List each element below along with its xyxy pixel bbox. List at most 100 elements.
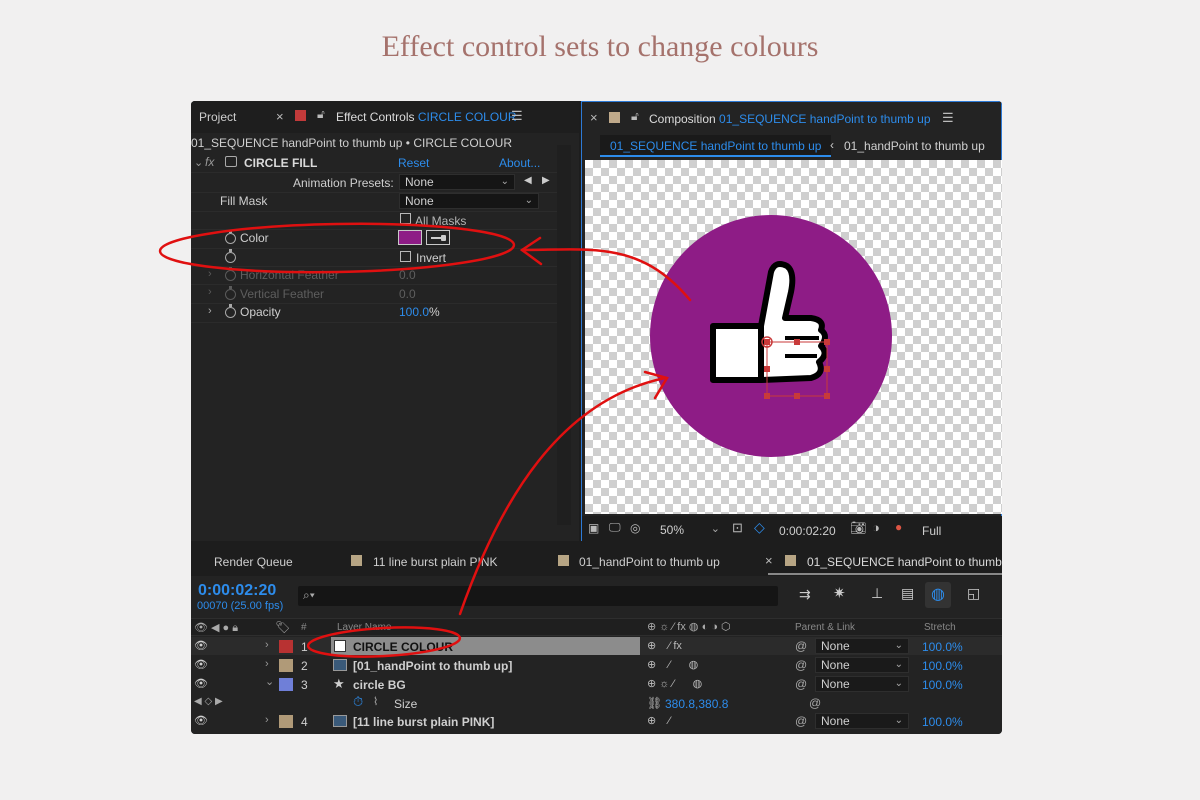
expand-chevron-icon[interactable]: ›	[208, 268, 212, 280]
eye-icon[interactable]: 👁︎	[194, 677, 208, 690]
timeline-timecode[interactable]: 0:00:02:20	[198, 582, 276, 600]
zoom-dropdown[interactable]: 50% ⌄	[648, 519, 726, 539]
chevron-left-icon[interactable]: ‹	[830, 138, 834, 152]
size-value[interactable]: 380.8,380.8	[665, 697, 728, 711]
table-row[interactable]: 👁︎ › 4 [11 line burst plain PINK] ⊕ ⁄ @ …	[191, 712, 1002, 730]
graph-icon[interactable]: ⌇	[373, 695, 378, 708]
show-snapshot-icon[interactable]: ◑	[872, 520, 880, 535]
eyedropper-icon[interactable]	[426, 230, 450, 245]
stopwatch-icon[interactable]	[225, 304, 236, 318]
stopwatch-icon[interactable]	[225, 286, 236, 300]
collapse-chevron-icon[interactable]: ⌄	[265, 675, 274, 688]
comp-subtab-active[interactable]: 01_SEQUENCE handPoint to thumb up	[600, 135, 832, 157]
shy-layers-icon[interactable]: ⊥	[871, 585, 883, 602]
frame-blending-icon[interactable]: ▤	[901, 585, 914, 602]
transparency-grid-icon[interactable]: ◇	[754, 519, 765, 536]
channels-icon[interactable]: ●	[895, 520, 902, 534]
layer-switches[interactable]: ⊕ ☼ ⁄ ◍	[647, 677, 702, 690]
resolution-dropdown[interactable]: Full	[922, 524, 941, 538]
layer-name[interactable]: CIRCLE COLOUR	[353, 640, 453, 654]
fx-icon[interactable]: fx	[205, 155, 214, 169]
eye-icon[interactable]: 👁︎	[194, 658, 208, 671]
eye-icon[interactable]: 👁︎	[194, 714, 208, 727]
stopwatch-icon[interactable]	[225, 267, 236, 281]
close-icon[interactable]: ×	[590, 110, 598, 125]
tab-sequence[interactable]: 01_SEQUENCE handPoint to thumb u	[807, 555, 1002, 569]
expand-chevron-icon[interactable]: ›	[265, 658, 269, 670]
parent-pickwhip-icon[interactable]: @	[795, 658, 807, 672]
panel-menu-icon[interactable]: ☰	[511, 108, 523, 124]
layer-stretch[interactable]: 100.0%	[922, 715, 963, 729]
layer-switches[interactable]: ⊕ ⁄	[647, 714, 670, 727]
close-icon[interactable]: ×	[276, 109, 284, 124]
tab-line-burst[interactable]: 11 line burst plain PINK	[373, 555, 498, 569]
expand-chevron-icon[interactable]: ›	[208, 305, 212, 317]
comp-flowchart-icon[interactable]: ⇉	[799, 586, 811, 603]
comp-subtab-other[interactable]: 01_handPoint to thumb up	[844, 139, 985, 153]
tab-handpoint[interactable]: 01_handPoint to thumb up	[579, 555, 720, 569]
horizontal-feather-value[interactable]: 0.0	[399, 268, 416, 282]
parent-pickwhip-icon[interactable]: @	[795, 677, 807, 691]
tab-project[interactable]: Project	[199, 110, 236, 124]
reset-link[interactable]: Reset	[398, 156, 429, 170]
color-swatch[interactable]	[398, 230, 422, 245]
layer-label-color[interactable]	[279, 678, 293, 691]
stopwatch-icon[interactable]	[225, 249, 236, 263]
about-link[interactable]: About...	[499, 156, 540, 170]
mask-visibility-icon[interactable]: ◎	[630, 521, 640, 535]
layer-label-color[interactable]	[279, 715, 293, 728]
always-preview-icon[interactable]: ▣	[588, 521, 599, 535]
property-row-size[interactable]: ◀ ◇ ▶ ⏱︎ ⌇ Size ⛓︎ 380.8,380.8 @	[191, 694, 1002, 712]
stopwatch-icon[interactable]: ⏱︎	[353, 694, 363, 710]
next-preset-icon[interactable]: ▶	[542, 175, 550, 186]
expand-chevron-icon[interactable]: ›	[208, 286, 212, 298]
label-tag-icon[interactable]: 🏷︎	[275, 620, 290, 634]
opacity-value[interactable]: 100.0%	[399, 305, 440, 319]
monitor-icon[interactable]: 🖵︎	[609, 520, 621, 535]
prev-preset-icon[interactable]: ◀	[524, 175, 532, 186]
layer-name[interactable]: circle BG	[353, 678, 406, 692]
parent-pickwhip-icon[interactable]: @	[795, 639, 807, 653]
timeline-search-input[interactable]: ⌕▾	[298, 586, 778, 606]
stopwatch-icon[interactable]	[225, 230, 236, 244]
all-masks-checkbox[interactable]	[400, 213, 411, 224]
panel-menu-icon[interactable]: ☰	[942, 110, 954, 126]
lock-icon[interactable]: 🔓︎	[317, 107, 325, 122]
eye-icon[interactable]: 👁︎	[194, 639, 208, 652]
parent-dropdown[interactable]: None ⌄	[815, 676, 909, 692]
lock-icon[interactable]: 🔓︎	[631, 109, 639, 124]
comp-timecode[interactable]: 0:00:02:20	[779, 524, 836, 538]
tab-composition[interactable]: Composition 01_SEQUENCE handPoint to thu…	[649, 112, 931, 126]
expand-chevron-icon[interactable]: ›	[265, 714, 269, 726]
table-row[interactable]: 👁︎ › 1 CIRCLE COLOUR ⊕ ⁄ fx @ None ⌄ 100.…	[191, 637, 1002, 655]
parent-pickwhip-icon[interactable]: @	[795, 714, 807, 728]
table-row[interactable]: 👁︎ ⌄ 3 ★ circle BG ⊕ ☼ ⁄ ◍ @ None ⌄ 100.0…	[191, 675, 1002, 693]
scrollbar[interactable]	[557, 145, 571, 525]
layer-name[interactable]: [11 line burst plain PINK]	[353, 715, 494, 729]
tab-effect-controls[interactable]: Effect Controls CIRCLE COLOUR	[336, 110, 517, 124]
close-icon[interactable]: ×	[765, 553, 773, 568]
col-layer-name[interactable]: Layer Name	[337, 622, 391, 633]
collapse-chevron-icon[interactable]: ⌄	[194, 156, 203, 169]
layer-label-color[interactable]	[279, 640, 293, 653]
layer-name[interactable]: [01_handPoint to thumb up]	[353, 659, 512, 673]
camera-icon[interactable]: 📷︎	[850, 520, 867, 536]
tab-render-queue[interactable]: Render Queue	[214, 555, 293, 569]
parent-dropdown[interactable]: None ⌄	[815, 638, 909, 654]
link-icon[interactable]: ⛓︎	[647, 696, 662, 710]
parent-dropdown[interactable]: None ⌄	[815, 657, 909, 673]
expand-chevron-icon[interactable]: ›	[265, 639, 269, 651]
layer-stretch[interactable]: 100.0%	[922, 659, 963, 673]
layer-switches[interactable]: ⊕ ⁄ fx	[647, 639, 682, 652]
region-of-interest-icon[interactable]: ⊡	[732, 520, 743, 536]
parent-pickwhip-icon[interactable]: @	[809, 696, 821, 710]
animation-presets-dropdown[interactable]: None ⌄	[399, 174, 515, 190]
draft-3d-icon[interactable]: ✷	[833, 584, 846, 602]
vertical-feather-value[interactable]: 0.0	[399, 287, 416, 301]
layer-stretch[interactable]: 100.0%	[922, 640, 963, 654]
motion-blur-icon[interactable]: ◍	[925, 582, 951, 608]
parent-dropdown[interactable]: None ⌄	[815, 713, 909, 729]
graph-editor-icon[interactable]: ◱	[967, 585, 980, 602]
fill-mask-dropdown[interactable]: None ⌄	[399, 193, 539, 209]
layer-switches[interactable]: ⊕ ⁄ ◍	[647, 658, 698, 671]
